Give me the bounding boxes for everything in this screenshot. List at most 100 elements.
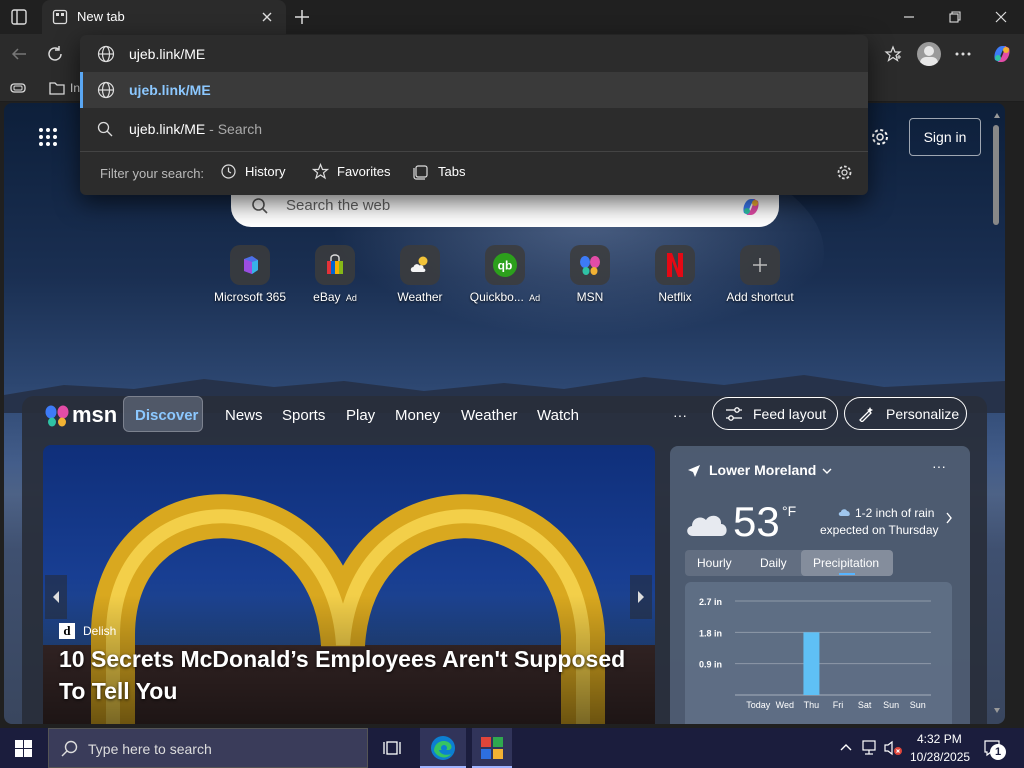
nav-sports[interactable]: Sports [282,407,325,424]
copilot-icon[interactable] [990,42,1014,66]
story-source[interactable]: Delish [83,624,116,638]
filter-favorites-button[interactable]: Favorites [312,163,390,180]
carousel-next-button[interactable] [630,575,652,619]
filter-history-button[interactable]: History [220,163,285,180]
shortcut-weather[interactable]: Weather [380,245,460,304]
msn-feed-panel: msn Discover News Sports Play Money Weat… [22,396,987,724]
collections-icon[interactable] [10,80,26,96]
chart-y-tick-label: 1.8 in [699,628,722,638]
weather-card: Lower Moreland ··· 53 °F 1-2 inch of rai… [670,446,970,724]
dropdown-divider [80,151,868,152]
chart-x-tick-label: Thu [804,700,820,710]
chart-x-tick-label: Sat [858,700,872,710]
taskbar-app-button[interactable] [472,728,512,768]
tab-precipitation[interactable]: Precipitation [813,556,879,570]
search-icon [61,740,78,757]
weather-temp: 53 [733,498,780,545]
shortcut-label: Netflix [658,290,692,304]
sign-in-button[interactable]: Sign in [909,118,981,156]
shortcut-microsoft-365[interactable]: Microsoft 365 [210,245,290,304]
shortcut-add[interactable]: Add shortcut [720,245,800,304]
new-tab-button[interactable] [292,7,312,27]
suggestion-search-row[interactable]: ujeb.link/ME - Search [80,111,868,147]
volume-muted-icon[interactable] [883,740,903,756]
filter-tabs-label: Tabs [438,164,466,179]
weather-location[interactable]: Lower Moreland [709,462,816,478]
nav-money[interactable]: Money [395,407,440,424]
tab-daily[interactable]: Daily [760,556,787,570]
rain-note-line1: 1-2 inch of rain [855,506,935,520]
shortcut-ebay[interactable]: eBay Ad [295,245,375,304]
hero-story-card[interactable]: d Delish 10 Secrets McDonald’s Employees… [43,445,655,724]
page-scrollbar[interactable] [992,113,1000,713]
page-settings-icon[interactable] [870,127,890,147]
favorites-folder-label[interactable]: In [70,81,80,95]
active-tab-indicator [839,573,855,575]
chevron-right-icon[interactable] [945,512,953,524]
globe-icon [97,81,115,99]
nav-watch[interactable]: Watch [537,407,579,424]
shortcut-label: MSN [576,290,604,304]
nav-play[interactable]: Play [346,407,375,424]
close-window-button[interactable] [978,0,1024,34]
chart-y-tick-label: 2.7 in [699,597,722,607]
profile-avatar[interactable] [917,42,941,66]
taskbar-edge-button[interactable] [420,728,466,768]
favorites-star-icon[interactable] [884,45,902,63]
suggestion-url-row[interactable]: ujeb.link/ME [80,72,868,108]
shortcut-quickbooks[interactable]: qb Quickbo... Ad [465,245,545,304]
tab-favicon-icon [52,9,68,25]
msn-logo-text[interactable]: msn [72,402,117,428]
chevron-down-icon[interactable] [821,466,833,476]
story-headline[interactable]: 10 Secrets McDonald’s Employees Aren't S… [59,643,639,707]
feed-layout-button[interactable]: Feed layout [712,397,838,430]
clock-date[interactable]: 10/28/2025 [910,750,970,764]
new-tab-page: Sign in Search the web Microsoft 365 eBa… [4,103,1005,724]
refresh-icon[interactable] [46,45,64,63]
minimize-button[interactable] [886,0,932,34]
copilot-search-icon[interactable] [739,195,763,219]
address-input[interactable]: ujeb.link/ME [80,36,868,72]
history-icon [220,163,237,180]
network-icon[interactable] [862,740,880,756]
back-icon[interactable] [10,45,28,63]
windows-start-icon[interactable] [15,740,32,757]
close-tab-icon[interactable] [260,10,274,24]
show-hidden-icons-icon[interactable] [839,741,853,755]
shortcut-label: Quickbo... [469,290,524,304]
shortcut-netflix[interactable]: Netflix [635,245,715,304]
chart-bar [803,632,820,695]
nav-news[interactable]: News [225,407,263,424]
personalize-button[interactable]: Personalize [844,397,967,430]
tab-hourly[interactable]: Hourly [697,556,732,570]
tab-actions-icon[interactable] [10,8,28,26]
delish-logo-icon: d [59,623,75,639]
shortcut-msn[interactable]: MSN [550,245,630,304]
precipitation-chart: 2.7 in 1.8 in 0.9 in Today Wed Thu Fri Sat Sun Su… [699,597,931,710]
rain-cloud-icon [838,508,852,518]
search-icon [97,121,115,137]
msn-logo-icon[interactable] [44,404,70,428]
weather-unit[interactable]: °F [782,503,796,519]
tab-new-tab[interactable]: New tab [42,0,286,34]
app-launcher-icon[interactable] [38,127,58,147]
chart-x-tick-label: Sun [910,700,926,710]
task-view-icon[interactable] [382,738,402,758]
carousel-prev-button[interactable] [45,575,67,619]
nav-more-button[interactable]: ··· [673,407,687,423]
taskbar-search-box[interactable]: Type here to search [48,728,368,768]
edge-browser-icon [430,735,456,761]
chart-x-tick-label: Sun [883,700,899,710]
weather-more-button[interactable]: ··· [932,458,946,474]
filter-tabs-button[interactable]: Tabs [413,163,465,180]
nav-weather[interactable]: Weather [461,407,517,424]
taskbar-search-placeholder: Type here to search [88,741,212,757]
clock-time[interactable]: 4:32 PM [917,732,962,746]
nav-discover[interactable]: Discover [135,407,198,424]
restore-button[interactable] [932,0,978,34]
filter-history-label: History [245,164,286,179]
folder-icon[interactable] [48,79,66,97]
suggestion-settings-icon[interactable] [836,164,853,181]
shopping-bag-icon [315,245,355,285]
more-options-icon[interactable] [953,46,973,62]
